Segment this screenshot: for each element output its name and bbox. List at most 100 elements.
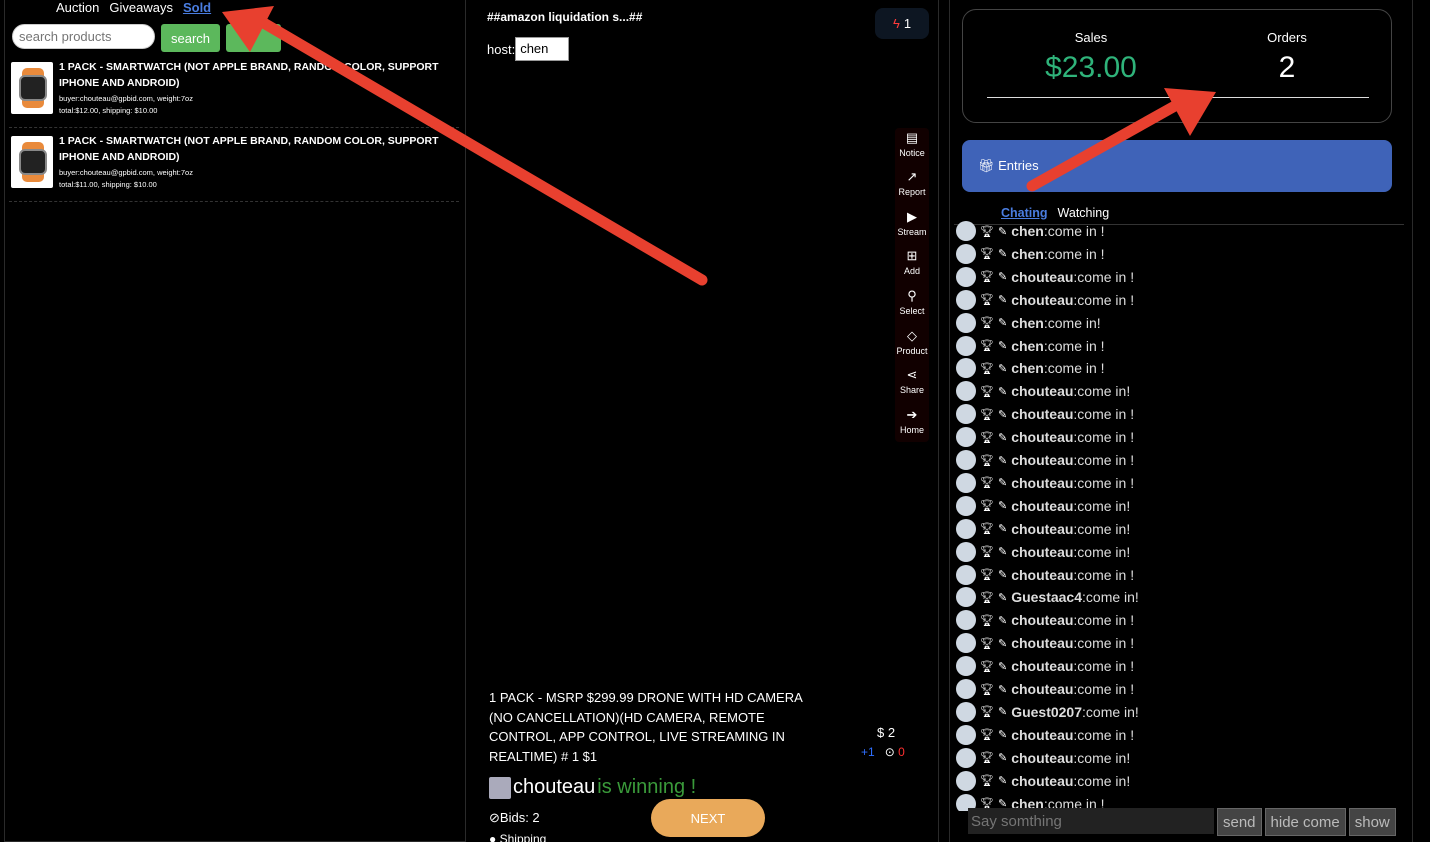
chat-message: 🏆︎ ✎ chouteau:come in !	[956, 724, 1134, 746]
feather-icon: ✎	[997, 340, 1008, 352]
chat-text: :come in !	[1073, 268, 1135, 285]
chat-input[interactable]	[968, 808, 1214, 834]
trophy-icon: 🏆︎	[980, 340, 994, 352]
tool-share[interactable]: ⋖ Share	[895, 367, 929, 395]
current-price: $ 2	[877, 725, 896, 740]
chat-text: :come in!	[1073, 497, 1131, 514]
chat-username: chen	[1011, 314, 1044, 331]
chat-message: 🏆︎ ✎ chouteau:come in!	[956, 518, 1130, 540]
shipping-row: ● Shipping	[489, 832, 546, 842]
chat-text: :come in !	[1043, 223, 1105, 239]
trophy-icon: 🏆︎	[980, 614, 994, 627]
plus-square-icon: ⊞	[906, 248, 918, 263]
trophy-icon: 🏆︎	[980, 546, 994, 559]
timer-group: ⊙ 0	[885, 745, 905, 759]
trophy-icon: 🏆︎	[980, 317, 994, 330]
chat-text: :come in!	[1082, 589, 1139, 606]
winner-name: chouteau	[513, 776, 596, 798]
secondary-green-button[interactable]	[226, 24, 282, 52]
chat-text: :come in !	[1073, 291, 1135, 308]
tool-home[interactable]: ➔ Home	[895, 407, 929, 435]
host-row: host: chen	[487, 37, 570, 61]
tab-watching[interactable]: Watching	[1058, 206, 1110, 220]
hide-come-button[interactable]: hide come	[1264, 808, 1346, 836]
feather-icon: ✎	[997, 569, 1008, 581]
bid-increment[interactable]: +1	[861, 745, 875, 759]
trophy-icon: 🏆︎	[980, 385, 994, 398]
entries-button[interactable]: 🎁︎ Entries	[962, 140, 1392, 192]
watch-face	[19, 149, 47, 175]
feather-icon: ✎	[997, 248, 1008, 261]
tool-label: Add	[903, 266, 920, 276]
tool-stream[interactable]: ▶ Stream	[895, 209, 929, 237]
tool-label: Select	[899, 306, 925, 316]
trophy-icon: 🏆︎	[980, 729, 994, 742]
chat-text: :come in !	[1073, 635, 1135, 652]
chat-username: chouteau	[1011, 429, 1074, 446]
tool-product[interactable]: ◇ Product	[895, 328, 929, 356]
search-icon: ⚲	[907, 288, 917, 303]
trophy-icon: 🏆︎	[980, 294, 994, 307]
chat-message: 🏆︎ ✎ chouteau:come in !	[956, 266, 1134, 288]
tab-giveaways[interactable]: Giveaways	[109, 0, 173, 15]
chat-username: chouteau	[1011, 749, 1074, 766]
winner-avatar	[489, 776, 511, 799]
sold-order-item[interactable]: 1 PACK - SMARTWATCH (NOT APPLE BRAND, RA…	[9, 58, 459, 128]
user-avatar	[956, 724, 976, 745]
tab-chating[interactable]: Chating	[1001, 206, 1048, 220]
chat-message: 🏆︎ ✎ chouteau:come in!	[956, 495, 1130, 517]
feather-icon: ✎	[997, 408, 1008, 421]
tab-auction[interactable]: Auction	[56, 0, 99, 15]
lightning-icon: ϟ	[892, 16, 900, 31]
trophy-icon: 🏆︎	[980, 752, 994, 765]
feather-icon: ✎	[997, 294, 1008, 307]
smartwatch-image	[11, 136, 53, 188]
user-avatar	[956, 450, 976, 470]
tool-select[interactable]: ⚲ Select	[895, 288, 929, 316]
chat-username: chouteau	[1011, 452, 1074, 468]
chat-message: 🏆︎ ✎ chen:come in !	[956, 357, 1105, 379]
tool-add[interactable]: ⊞ Add	[895, 248, 929, 276]
search-input[interactable]	[12, 24, 155, 49]
trophy-icon: 🏆︎	[980, 362, 994, 375]
chat-text: :come in!	[1073, 520, 1131, 537]
stats-card: Sales $23.00 Orders 2	[962, 9, 1392, 123]
chat-message: 🏆︎ ✎ chen:come in!	[956, 312, 1101, 334]
share-icon: ⋖	[906, 367, 918, 382]
chat-messages[interactable]: 🏆︎ ✎ chen:come in ! 🏆︎ ✎ chen:come in ! 🏆︎ ✎ cho…	[956, 221, 1406, 811]
next-button[interactable]: NEXT	[651, 799, 765, 837]
search-button[interactable]: search	[161, 24, 221, 52]
trophy-icon: 🏆︎	[980, 591, 994, 604]
play-icon: ▶	[907, 209, 917, 224]
timer-value: 0	[898, 745, 905, 759]
feather-icon: ✎	[997, 775, 1008, 788]
chat-text: :come in!	[1073, 543, 1131, 560]
user-avatar	[956, 266, 976, 287]
trophy-icon: 🏆︎	[980, 271, 994, 284]
feather-icon: ✎	[997, 385, 1008, 398]
truck-icon: ●	[489, 832, 500, 842]
tab-sold[interactable]: Sold	[183, 0, 211, 15]
user-avatar	[956, 541, 976, 562]
chat-text: :come in !	[1073, 658, 1135, 675]
tool-report[interactable]: ↗ Report	[895, 169, 929, 197]
trophy-icon: 🏆︎	[980, 408, 994, 421]
send-button[interactable]: send	[1217, 808, 1262, 836]
trophy-icon: 🏆︎	[980, 454, 994, 467]
chat-text: :come in!	[1073, 749, 1131, 766]
trophy-icon: 🏆︎	[980, 431, 994, 444]
chat-username: chen	[1011, 360, 1044, 377]
sold-order-item[interactable]: 1 PACK - SMARTWATCH (NOT APPLE BRAND, RA…	[9, 132, 459, 202]
orders-value: 2	[1278, 51, 1296, 84]
order-details: buyer:chouteau@gpbid.com, weight:7oz tot…	[59, 93, 193, 117]
show-button[interactable]: show	[1348, 808, 1396, 836]
user-avatar	[956, 747, 976, 768]
tool-notice[interactable]: ▤ Notice	[895, 130, 929, 158]
chat-username: Guest0207	[1011, 703, 1083, 720]
user-avatar	[956, 770, 976, 791]
chat-text: :come in !	[1043, 337, 1105, 354]
chat-username: chouteau	[1011, 268, 1074, 285]
feather-icon: ✎	[997, 614, 1008, 627]
feather-icon: ✎	[997, 477, 1008, 490]
chat-message: 🏆︎ ✎ Guest0207:come in!	[956, 701, 1139, 723]
